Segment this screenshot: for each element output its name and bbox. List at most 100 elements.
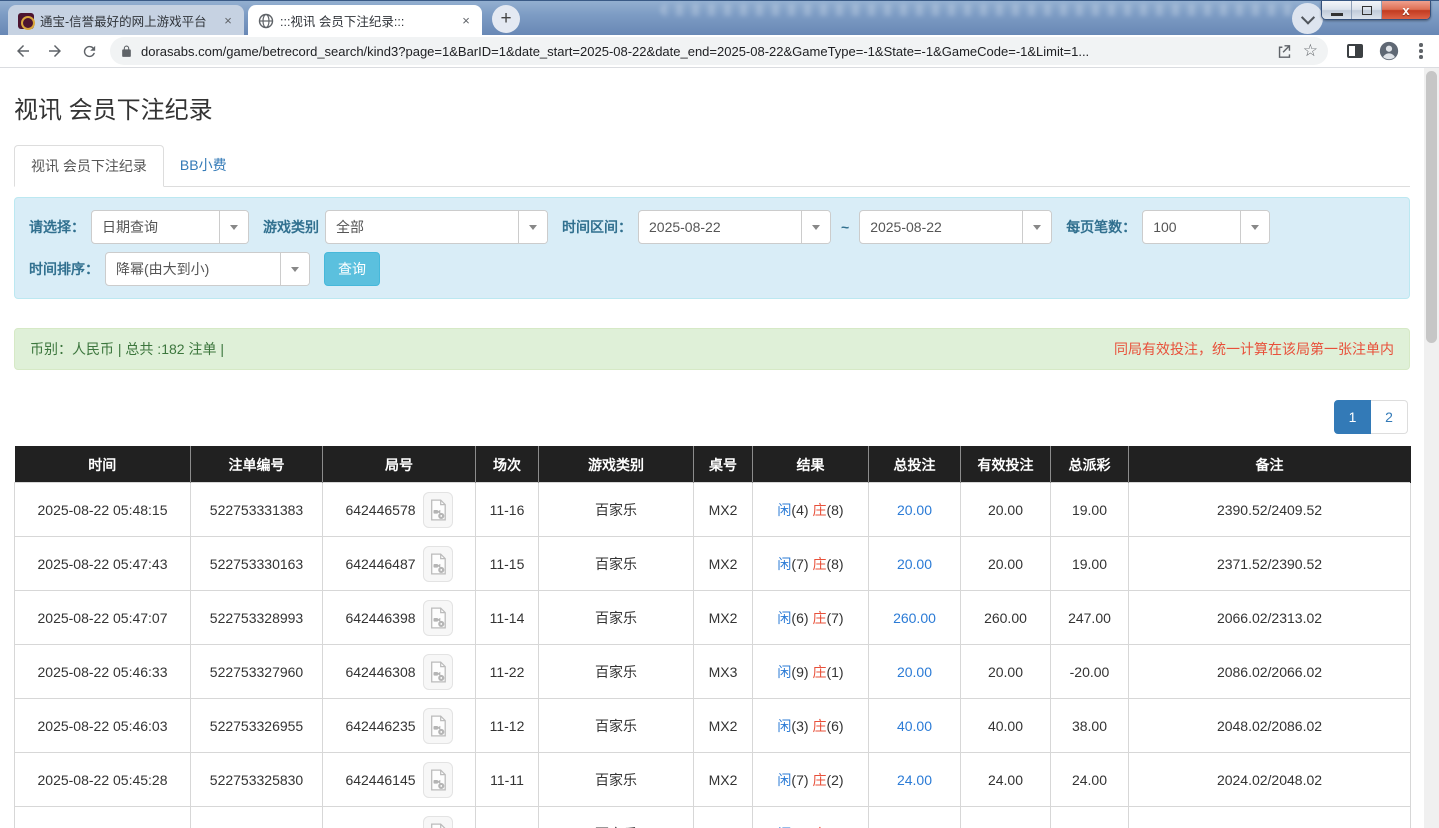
tab-close-icon[interactable]: × [458, 13, 474, 29]
game-cell: 百家乐 [539, 645, 694, 699]
sort-select[interactable]: 降幂(由大到小) [105, 252, 310, 286]
page-button-2[interactable]: 2 [1371, 400, 1408, 434]
browser-tab-1[interactable]: 通宝-信誉最好的网上游戏平台 × [8, 5, 244, 36]
reload-button[interactable] [76, 38, 102, 64]
table-header-row: 时间 注单编号 局号 场次 游戏类别 桌号 结果 总投注 有效投注 总派彩 备注 [15, 447, 1411, 483]
tab-bb-tips[interactable]: BB小费 [164, 145, 243, 187]
globe-icon [258, 13, 274, 29]
bet-id-cell: 522753328993 [191, 591, 323, 645]
tab-search-button[interactable] [1292, 3, 1323, 34]
table-row: 2025-08-22 05:46:33 522753327960 6424463… [15, 645, 1411, 699]
new-tab-button[interactable]: + [492, 5, 520, 33]
dropdown-arrow-icon[interactable] [801, 211, 830, 243]
lock-icon [120, 45, 133, 58]
browser-tab-2[interactable]: :::视讯 会员下注纪录::: × [248, 5, 482, 36]
note-cell: 2024.02/2048.02 [1129, 753, 1411, 807]
session-cell: 11-12 [476, 699, 539, 753]
video-replay-button[interactable] [423, 708, 453, 744]
date-separator: ~ [841, 219, 849, 235]
titlebar: 通宝-信誉最好的网上游戏平台 × :::视讯 会员下注纪录::: × + x [0, 0, 1439, 35]
round-cell: 642446398 [323, 591, 476, 645]
dropdown-arrow-icon[interactable] [280, 253, 309, 285]
session-cell: 11-10 [476, 807, 539, 828]
bet-id-cell: 522753331383 [191, 483, 323, 537]
total-bet-cell[interactable]: 20.00 [869, 807, 961, 828]
address-bar[interactable]: dorasabs.com/game/betrecord_search/kind3… [110, 37, 1328, 65]
dropdown-arrow-icon[interactable] [518, 211, 547, 243]
url-text[interactable]: dorasabs.com/game/betrecord_search/kind3… [141, 44, 1268, 59]
browser-toolbar: dorasabs.com/game/betrecord_search/kind3… [0, 35, 1439, 68]
table-row: 2025-08-22 05:47:43 522753330163 6424464… [15, 537, 1411, 591]
total-bet-cell[interactable]: 20.00 [869, 483, 961, 537]
video-replay-button[interactable] [423, 492, 453, 528]
time-cell: 2025-08-22 05:48:15 [15, 483, 191, 537]
page-size-select[interactable]: 100 [1142, 210, 1270, 244]
share-icon[interactable] [1276, 43, 1293, 60]
note-cell: 2371.52/2390.52 [1129, 537, 1411, 591]
bet-id-cell: 522753324886 [191, 807, 323, 828]
date-start-select[interactable]: 2025-08-22 [638, 210, 831, 244]
dropdown-arrow-icon[interactable] [1022, 211, 1051, 243]
vertical-scrollbar[interactable] [1424, 68, 1439, 828]
game-cell: 百家乐 [539, 753, 694, 807]
profile-button[interactable] [1376, 38, 1402, 64]
session-cell: 11-11 [476, 753, 539, 807]
menu-button[interactable] [1408, 38, 1434, 64]
game-type-select[interactable]: 全部 [325, 210, 548, 244]
minimize-button[interactable] [1322, 1, 1352, 20]
minimize-icon [1331, 13, 1343, 16]
date-end-select[interactable]: 2025-08-22 [859, 210, 1052, 244]
table-row: 2025-08-22 05:46:03 522753326955 6424462… [15, 699, 1411, 753]
round-cell: 642446145 [323, 753, 476, 807]
total-bet-cell[interactable]: 20.00 [869, 537, 961, 591]
table-no-cell: MX2 [694, 537, 753, 591]
scrollbar-thumb[interactable] [1426, 71, 1437, 343]
header-note: 备注 [1129, 447, 1411, 483]
total-bet-cell[interactable]: 24.00 [869, 753, 961, 807]
tab-bet-records[interactable]: 视讯 会员下注纪录 [14, 145, 164, 187]
time-cell: 2025-08-22 05:44:59 [15, 807, 191, 828]
query-type-select[interactable]: 日期查询 [91, 210, 249, 244]
chevron-down-icon [1300, 10, 1314, 24]
valid-bet-cell: 20.00 [961, 483, 1051, 537]
time-cell: 2025-08-22 05:46:03 [15, 699, 191, 753]
filter-panel: 请选择： 日期查询 游戏类别 全部 时间区间： 2025-08-22 ~ 202 [14, 197, 1410, 299]
side-panel-icon [1347, 44, 1363, 58]
maximize-button[interactable] [1352, 1, 1382, 20]
video-replay-button[interactable] [423, 600, 453, 636]
tongbao-favicon-icon [18, 13, 34, 29]
search-button[interactable]: 查询 [324, 252, 380, 286]
bet-id-cell: 522753327960 [191, 645, 323, 699]
round-cell: 642446578 [323, 483, 476, 537]
dropdown-arrow-icon[interactable] [219, 211, 248, 243]
video-replay-button[interactable] [423, 546, 453, 582]
total-bet-cell[interactable]: 260.00 [869, 591, 961, 645]
close-window-button[interactable]: x [1382, 1, 1430, 20]
valid-bet-cell: 20.00 [961, 807, 1051, 828]
game-type-label: 游戏类别 [263, 217, 319, 237]
game-cell: 百家乐 [539, 483, 694, 537]
dropdown-arrow-icon[interactable] [1240, 211, 1269, 243]
maximize-icon [1362, 6, 1372, 15]
back-button[interactable] [10, 38, 36, 64]
page-content: 视讯 会员下注纪录 视讯 会员下注纪录 BB小费 请选择： 日期查询 游戏类别 … [0, 68, 1424, 828]
video-replay-button[interactable] [423, 762, 453, 798]
valid-bet-cell: 260.00 [961, 591, 1051, 645]
game-cell: 百家乐 [539, 591, 694, 645]
video-replay-button[interactable] [423, 654, 453, 690]
session-cell: 11-15 [476, 537, 539, 591]
result-cell: 闲(4) 庄(8) [753, 483, 869, 537]
bookmark-star-icon[interactable]: ☆ [1303, 41, 1318, 61]
tab-title: :::视讯 会员下注纪录::: [280, 11, 452, 30]
result-cell: 闲(9) 庄(1) [753, 645, 869, 699]
video-replay-button[interactable] [423, 816, 453, 828]
total-bet-cell[interactable]: 40.00 [869, 699, 961, 753]
page-button-1[interactable]: 1 [1334, 400, 1371, 434]
total-bet-cell[interactable]: 20.00 [869, 645, 961, 699]
side-panel-button[interactable] [1342, 38, 1368, 64]
table-no-cell: MX2 [694, 483, 753, 537]
forward-button[interactable] [42, 38, 68, 64]
round-cell: 642446075 [323, 807, 476, 828]
tab-close-icon[interactable]: × [220, 13, 236, 29]
filter-row-1: 请选择： 日期查询 游戏类别 全部 时间区间： 2025-08-22 ~ 202 [29, 210, 1395, 244]
